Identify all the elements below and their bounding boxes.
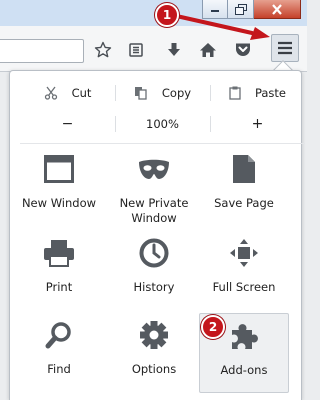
add-ons-label: Add-ons xyxy=(220,363,268,377)
full-screen-label: Full Screen xyxy=(212,280,276,294)
history-label: History xyxy=(133,280,175,294)
history-button[interactable]: History xyxy=(109,235,199,309)
paste-label: Paste xyxy=(254,86,287,100)
cut-label: Cut xyxy=(71,86,92,100)
step-1-badge: 1 xyxy=(155,3,179,27)
printer-icon xyxy=(44,240,74,267)
icon-slot xyxy=(109,317,199,353)
menu-divider xyxy=(20,143,305,144)
new-window-label: New Window xyxy=(21,196,97,210)
options-label: Options xyxy=(131,362,177,376)
print-button[interactable]: Print xyxy=(14,235,104,309)
new-private-window-label: New Private Window xyxy=(119,196,189,225)
step-2-badge: 2 xyxy=(201,315,225,339)
copy-label: Copy xyxy=(161,86,192,100)
zoom-controls: − 100% + xyxy=(20,111,305,137)
find-label: Find xyxy=(47,362,71,376)
fullscreen-icon xyxy=(230,239,258,267)
save-page-label: Save Page xyxy=(214,196,274,210)
print-label: Print xyxy=(45,280,73,294)
new-private-window-button[interactable]: New Private Window xyxy=(109,151,199,225)
icon-slot xyxy=(14,235,104,271)
options-button[interactable]: Options xyxy=(109,317,199,391)
menu-panel: Cut Copy Paste − 100% + New Window New P… xyxy=(9,70,305,400)
icon-slot xyxy=(199,235,289,271)
gear-icon xyxy=(140,321,168,349)
magnifier-icon xyxy=(45,322,71,349)
callout-arrow xyxy=(170,13,270,40)
clock-icon xyxy=(139,238,169,268)
zoom-reset-button[interactable]: 100% xyxy=(115,111,210,137)
icon-slot xyxy=(199,151,289,187)
clipboard-icon xyxy=(229,86,241,100)
window-icon xyxy=(44,155,74,183)
page-icon xyxy=(233,155,255,183)
icon-slot xyxy=(109,235,199,271)
puzzle-icon xyxy=(232,324,258,349)
copy-icon xyxy=(134,87,147,100)
icon-slot xyxy=(109,151,199,187)
full-screen-button[interactable]: Full Screen xyxy=(199,235,289,309)
zoom-out-button[interactable]: − xyxy=(20,111,115,137)
icon-slot xyxy=(14,317,104,353)
save-page-button[interactable]: Save Page xyxy=(199,151,289,225)
mask-icon xyxy=(139,159,169,179)
copy-button[interactable]: Copy xyxy=(115,80,210,106)
edit-controls: Cut Copy Paste xyxy=(20,80,305,106)
paste-button[interactable]: Paste xyxy=(210,80,305,106)
new-window-button[interactable]: New Window xyxy=(14,151,104,225)
scissors-icon xyxy=(44,86,57,100)
icon-slot xyxy=(14,151,104,187)
cut-button[interactable]: Cut xyxy=(20,80,115,106)
find-button[interactable]: Find xyxy=(14,317,104,391)
zoom-in-button[interactable]: + xyxy=(210,111,305,137)
